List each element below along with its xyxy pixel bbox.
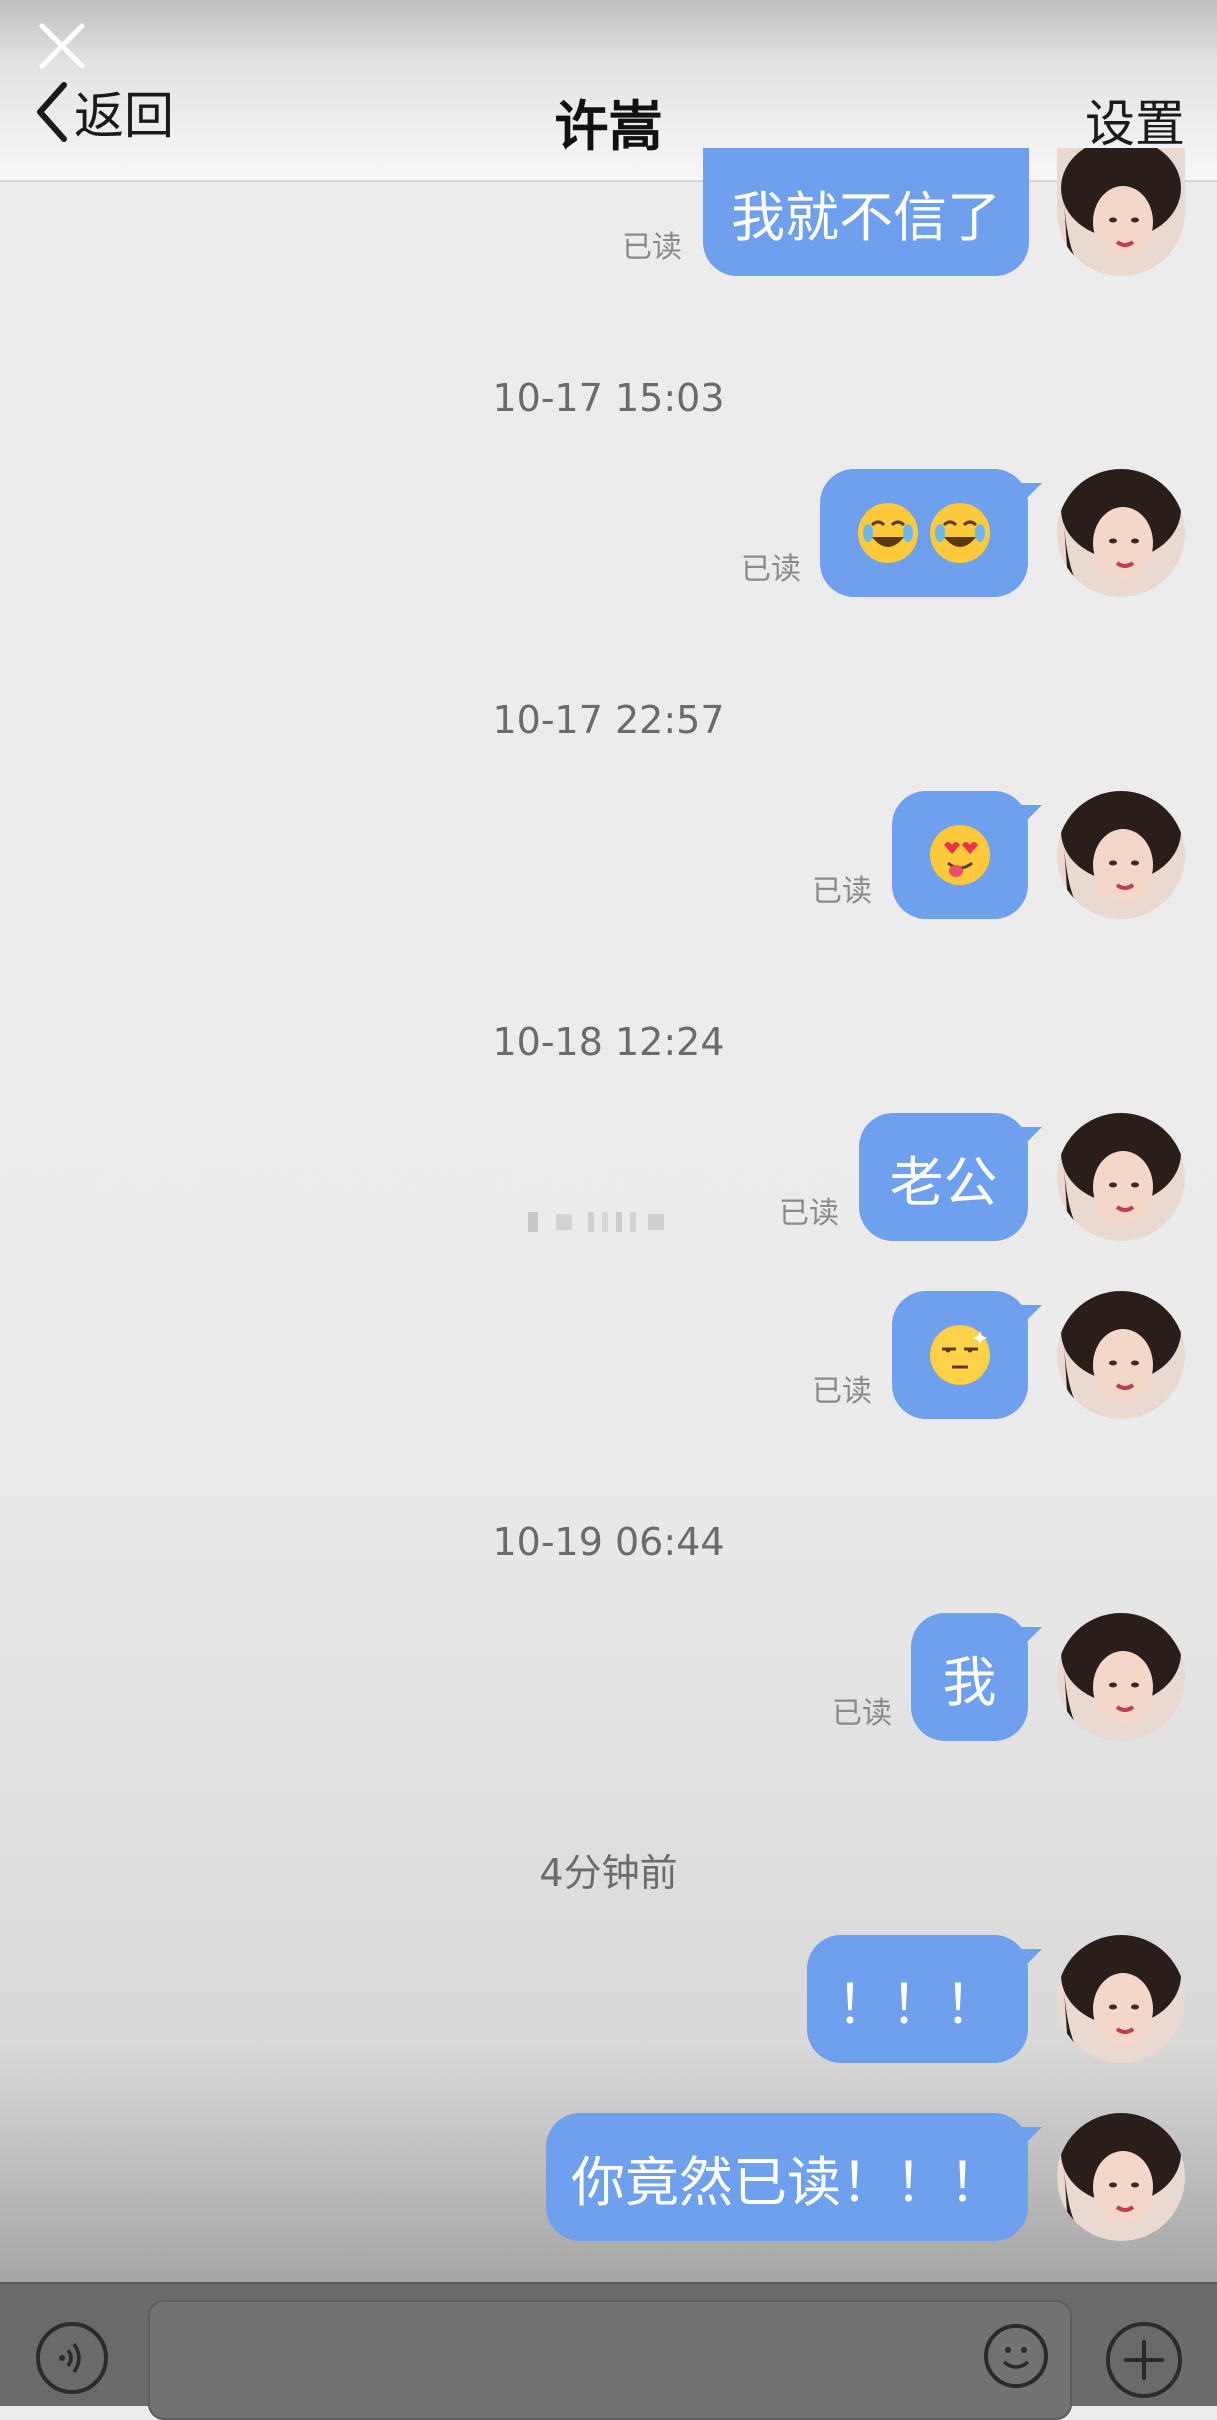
message-bubble[interactable] (820, 469, 1042, 597)
avatar-photo (1057, 1113, 1185, 1241)
plus-button[interactable] (1106, 2322, 1182, 2398)
read-receipt: 已读 (622, 230, 682, 265)
avatar[interactable] (1057, 2113, 1185, 2241)
message-text: 你竟然已读！！！ (571, 2150, 1003, 2214)
message-text: 老公 (889, 1150, 998, 1214)
nav-header: 返回 许嵩 设置 (0, 0, 1217, 182)
avatar[interactable] (1057, 1613, 1185, 1741)
message-bubble[interactable] (892, 1291, 1042, 1419)
avatar-photo (1057, 791, 1185, 919)
timestamp: 4分钟前 (539, 1851, 678, 1895)
avatar[interactable] (1057, 1935, 1185, 2063)
avatar-photo (1057, 1291, 1185, 1419)
timestamp: 10-17 15:03 (492, 376, 725, 420)
sly-sparkle-face-icon (930, 1325, 990, 1385)
close-icon[interactable] (34, 18, 90, 74)
read-receipt: 已读 (812, 874, 872, 909)
message-bubble[interactable]: 我就不信了 (703, 148, 1029, 276)
avatar[interactable] (1057, 791, 1185, 919)
message-bubble[interactable]: 你竟然已读！！！ (546, 2113, 1042, 2241)
crying-laughing-face-icon (858, 503, 918, 563)
input-bar (0, 2282, 1217, 2420)
avatar-photo (1057, 1613, 1185, 1741)
avatar-photo (1057, 148, 1185, 276)
read-receipt: 已读 (832, 1696, 892, 1731)
message-text: ！！！ (836, 1972, 999, 2036)
timestamp: 10-18 12:24 (492, 1020, 725, 1064)
plus-icon (1124, 2340, 1164, 2380)
avatar[interactable] (1057, 469, 1185, 597)
page-title: 许嵩 (554, 95, 663, 158)
emoji-button[interactable] (984, 2324, 1048, 2388)
message-input[interactable] (148, 2300, 1072, 2420)
blurred-text (528, 1212, 664, 1232)
message-bubble[interactable] (892, 791, 1042, 919)
message-bubble[interactable]: 我 (911, 1613, 1042, 1741)
avatar-photo (1057, 2113, 1185, 2241)
avatar[interactable] (1057, 1291, 1185, 1419)
avatar-photo (1057, 1935, 1185, 2063)
avatar[interactable] (1057, 148, 1185, 276)
message-bubble[interactable]: 老公 (859, 1113, 1042, 1241)
timestamp: 10-19 06:44 (492, 1520, 725, 1564)
voice-button[interactable] (36, 2322, 108, 2394)
emoji-icon (1002, 2347, 1030, 2369)
avatar-photo (1057, 469, 1185, 597)
settings-button[interactable]: 设置 (1085, 84, 1185, 156)
message-bubble[interactable]: ！！！ (807, 1935, 1042, 2063)
crying-laughing-face-icon (930, 503, 990, 563)
message-text: 我 (942, 1650, 997, 1714)
heart-eyes-tongue-face-icon (930, 825, 990, 885)
timestamp: 10-17 22:57 (492, 698, 725, 742)
read-receipt: 已读 (812, 1374, 872, 1409)
message-text: 我就不信了 (731, 185, 1001, 249)
read-receipt: 已读 (779, 1196, 839, 1231)
avatar[interactable] (1057, 1113, 1185, 1241)
voice-icon (59, 2342, 81, 2374)
read-receipt: 已读 (741, 552, 801, 587)
